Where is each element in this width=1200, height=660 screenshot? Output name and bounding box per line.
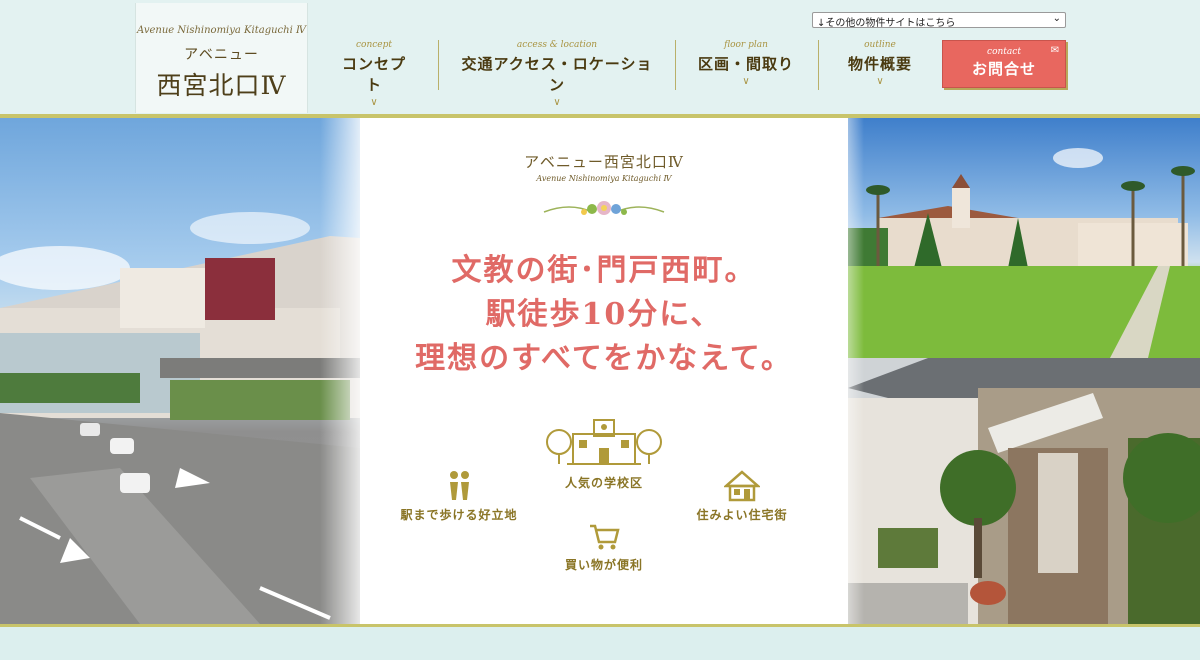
select-value: ↓その他の物件サイトはこちら xyxy=(817,18,956,29)
headline-line-2: 駅徒歩10分に、 xyxy=(485,297,723,332)
site-logo[interactable]: Avenue Nishinomiya Kitaguchi Ⅳ アベニュー 西宮北… xyxy=(135,3,308,113)
nav-divider xyxy=(438,40,439,90)
feature-shopping-label: 買い物が便利 xyxy=(564,558,643,572)
other-properties-select[interactable]: ↓その他の物件サイトはこちら ⌄ xyxy=(812,12,1066,29)
chevron-down-icon: ∨ xyxy=(742,76,750,87)
nav-concept-en: concept xyxy=(356,40,392,50)
feature-station-label: 駅まで歩ける好立地 xyxy=(400,508,518,522)
campus-photo xyxy=(848,118,1200,358)
hero-center-panel: アベニュー西宮北口Ⅳ Avenue Nishinomiya Kitaguchi … xyxy=(360,118,848,624)
flower-ornament-icon xyxy=(543,201,665,215)
chevron-down-icon: ∨ xyxy=(370,97,378,108)
nav-floorplan-label: 区画・間取り xyxy=(697,55,794,73)
contact-label: お問合せ xyxy=(971,60,1036,78)
logo-kana: アベニュー xyxy=(184,47,259,63)
nav-access[interactable]: access & location 交通アクセス・ロケーション ∨ xyxy=(460,40,654,108)
feature-station: 駅まで歩ける好立地 xyxy=(394,470,524,523)
nav-floorplan-en: floor plan xyxy=(724,40,768,50)
nav-outline[interactable]: outline 物件概要 ∨ xyxy=(838,40,922,87)
nav-outline-en: outline xyxy=(864,40,896,50)
cafe-photo xyxy=(848,358,1200,624)
feature-residential: 住みよい住宅街 xyxy=(686,470,798,523)
hero-title: アベニュー西宮北口Ⅳ xyxy=(524,153,684,171)
nav-outline-label: 物件概要 xyxy=(847,55,912,73)
shopping-cart-icon xyxy=(590,524,620,550)
feature-school-label: 人気の学校区 xyxy=(564,476,643,490)
mall-photo xyxy=(0,118,360,624)
feature-residential-label: 住みよい住宅街 xyxy=(696,508,788,522)
feature-school: 人気の学校区 xyxy=(534,408,674,491)
logo-main: 西宮北口Ⅳ xyxy=(156,71,287,100)
chevron-down-icon: ∨ xyxy=(876,76,884,87)
house-icon xyxy=(724,470,760,502)
feature-shopping: 買い物が便利 xyxy=(546,522,662,573)
nav-access-label: 交通アクセス・ロケーション xyxy=(461,55,653,94)
headline-line-3: 理想のすべてをかなえて。 xyxy=(415,341,793,376)
walking-people-icon xyxy=(450,471,469,500)
chevron-down-icon: ⌄ xyxy=(1052,13,1061,24)
contact-en: contact xyxy=(987,47,1021,57)
nav-access-en: access & location xyxy=(516,40,598,50)
headline-line-1: 文教の街･門戸西町。 xyxy=(451,253,757,288)
nav-concept-label: コンセプト xyxy=(341,55,406,94)
page-footer-band xyxy=(0,627,1200,660)
logo-english: Avenue Nishinomiya Kitaguchi Ⅳ xyxy=(137,25,306,36)
hero-subtitle: Avenue Nishinomiya Kitaguchi Ⅳ xyxy=(536,174,672,183)
chevron-down-icon: ∨ xyxy=(553,97,561,108)
contact-button[interactable]: ✉ contact お問合せ xyxy=(942,40,1066,88)
nav-concept[interactable]: concept コンセプト ∨ xyxy=(336,40,412,108)
school-icon xyxy=(546,419,662,465)
hero-headline: 文教の街･門戸西町。 駅徒歩10分に、 理想のすべてをかなえて。 xyxy=(360,249,848,381)
nav-divider xyxy=(818,40,819,90)
hero-section: アベニュー西宮北口Ⅳ Avenue Nishinomiya Kitaguchi … xyxy=(0,118,1200,624)
mail-icon: ✉ xyxy=(1050,45,1059,56)
nav-floorplan[interactable]: floor plan 区画・間取り ∨ xyxy=(694,40,798,87)
nav-divider xyxy=(675,40,676,90)
